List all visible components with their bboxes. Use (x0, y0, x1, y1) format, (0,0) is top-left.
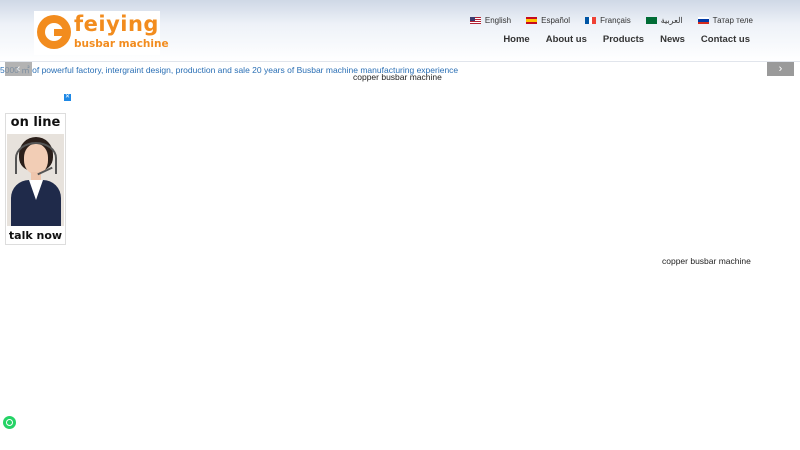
france-flag-icon (585, 17, 597, 24)
us-flag-icon (469, 17, 481, 24)
slider-next-arrow-icon[interactable]: › (767, 62, 794, 76)
nav-about-us[interactable]: About us (546, 34, 587, 45)
language-label: Татар теле (712, 16, 753, 25)
main-nav: Home About us Products News Contact us (503, 34, 750, 45)
language-label: Français (600, 16, 631, 25)
language-tatar[interactable]: Татар теле (697, 16, 753, 25)
logo-text-brand: feiying (74, 12, 159, 36)
language-arabic[interactable]: العربية (645, 16, 683, 25)
nav-products[interactable]: Products (603, 34, 644, 45)
language-label: العربية (660, 16, 683, 25)
language-label: Español (541, 16, 571, 25)
logo-text-tagline: busbar machine (74, 38, 169, 50)
saudi-flag-icon (645, 17, 657, 24)
nav-news[interactable]: News (660, 34, 685, 45)
close-icon[interactable]: ✕ (64, 94, 71, 101)
russia-flag-icon (697, 17, 709, 24)
slide-image-alt-text: copper busbar machine (353, 72, 442, 82)
language-english[interactable]: English (469, 16, 512, 25)
gear-logo-icon (37, 15, 71, 49)
language-spanish[interactable]: Español (526, 16, 570, 25)
site-header: feiying busbar machine English Español F… (0, 0, 800, 62)
language-label: English (484, 16, 512, 25)
nav-contact-us[interactable]: Contact us (701, 34, 750, 45)
language-french[interactable]: Français (585, 16, 631, 25)
chat-online-label: on line (10, 115, 61, 130)
online-chat-widget[interactable]: on line talk now (5, 113, 66, 245)
language-selector: English Español Français العربية Татар т… (469, 16, 753, 25)
support-agent-photo (7, 134, 64, 226)
spain-flag-icon (526, 17, 538, 24)
product-image-alt-text: copper busbar machine (662, 256, 751, 266)
whatsapp-icon[interactable] (3, 416, 16, 429)
slider-prev-arrow-icon[interactable]: ‹ (5, 62, 32, 76)
nav-home[interactable]: Home (503, 34, 529, 45)
chat-talk-now-label: talk now (8, 229, 63, 242)
site-logo[interactable]: feiying busbar machine (34, 11, 169, 55)
